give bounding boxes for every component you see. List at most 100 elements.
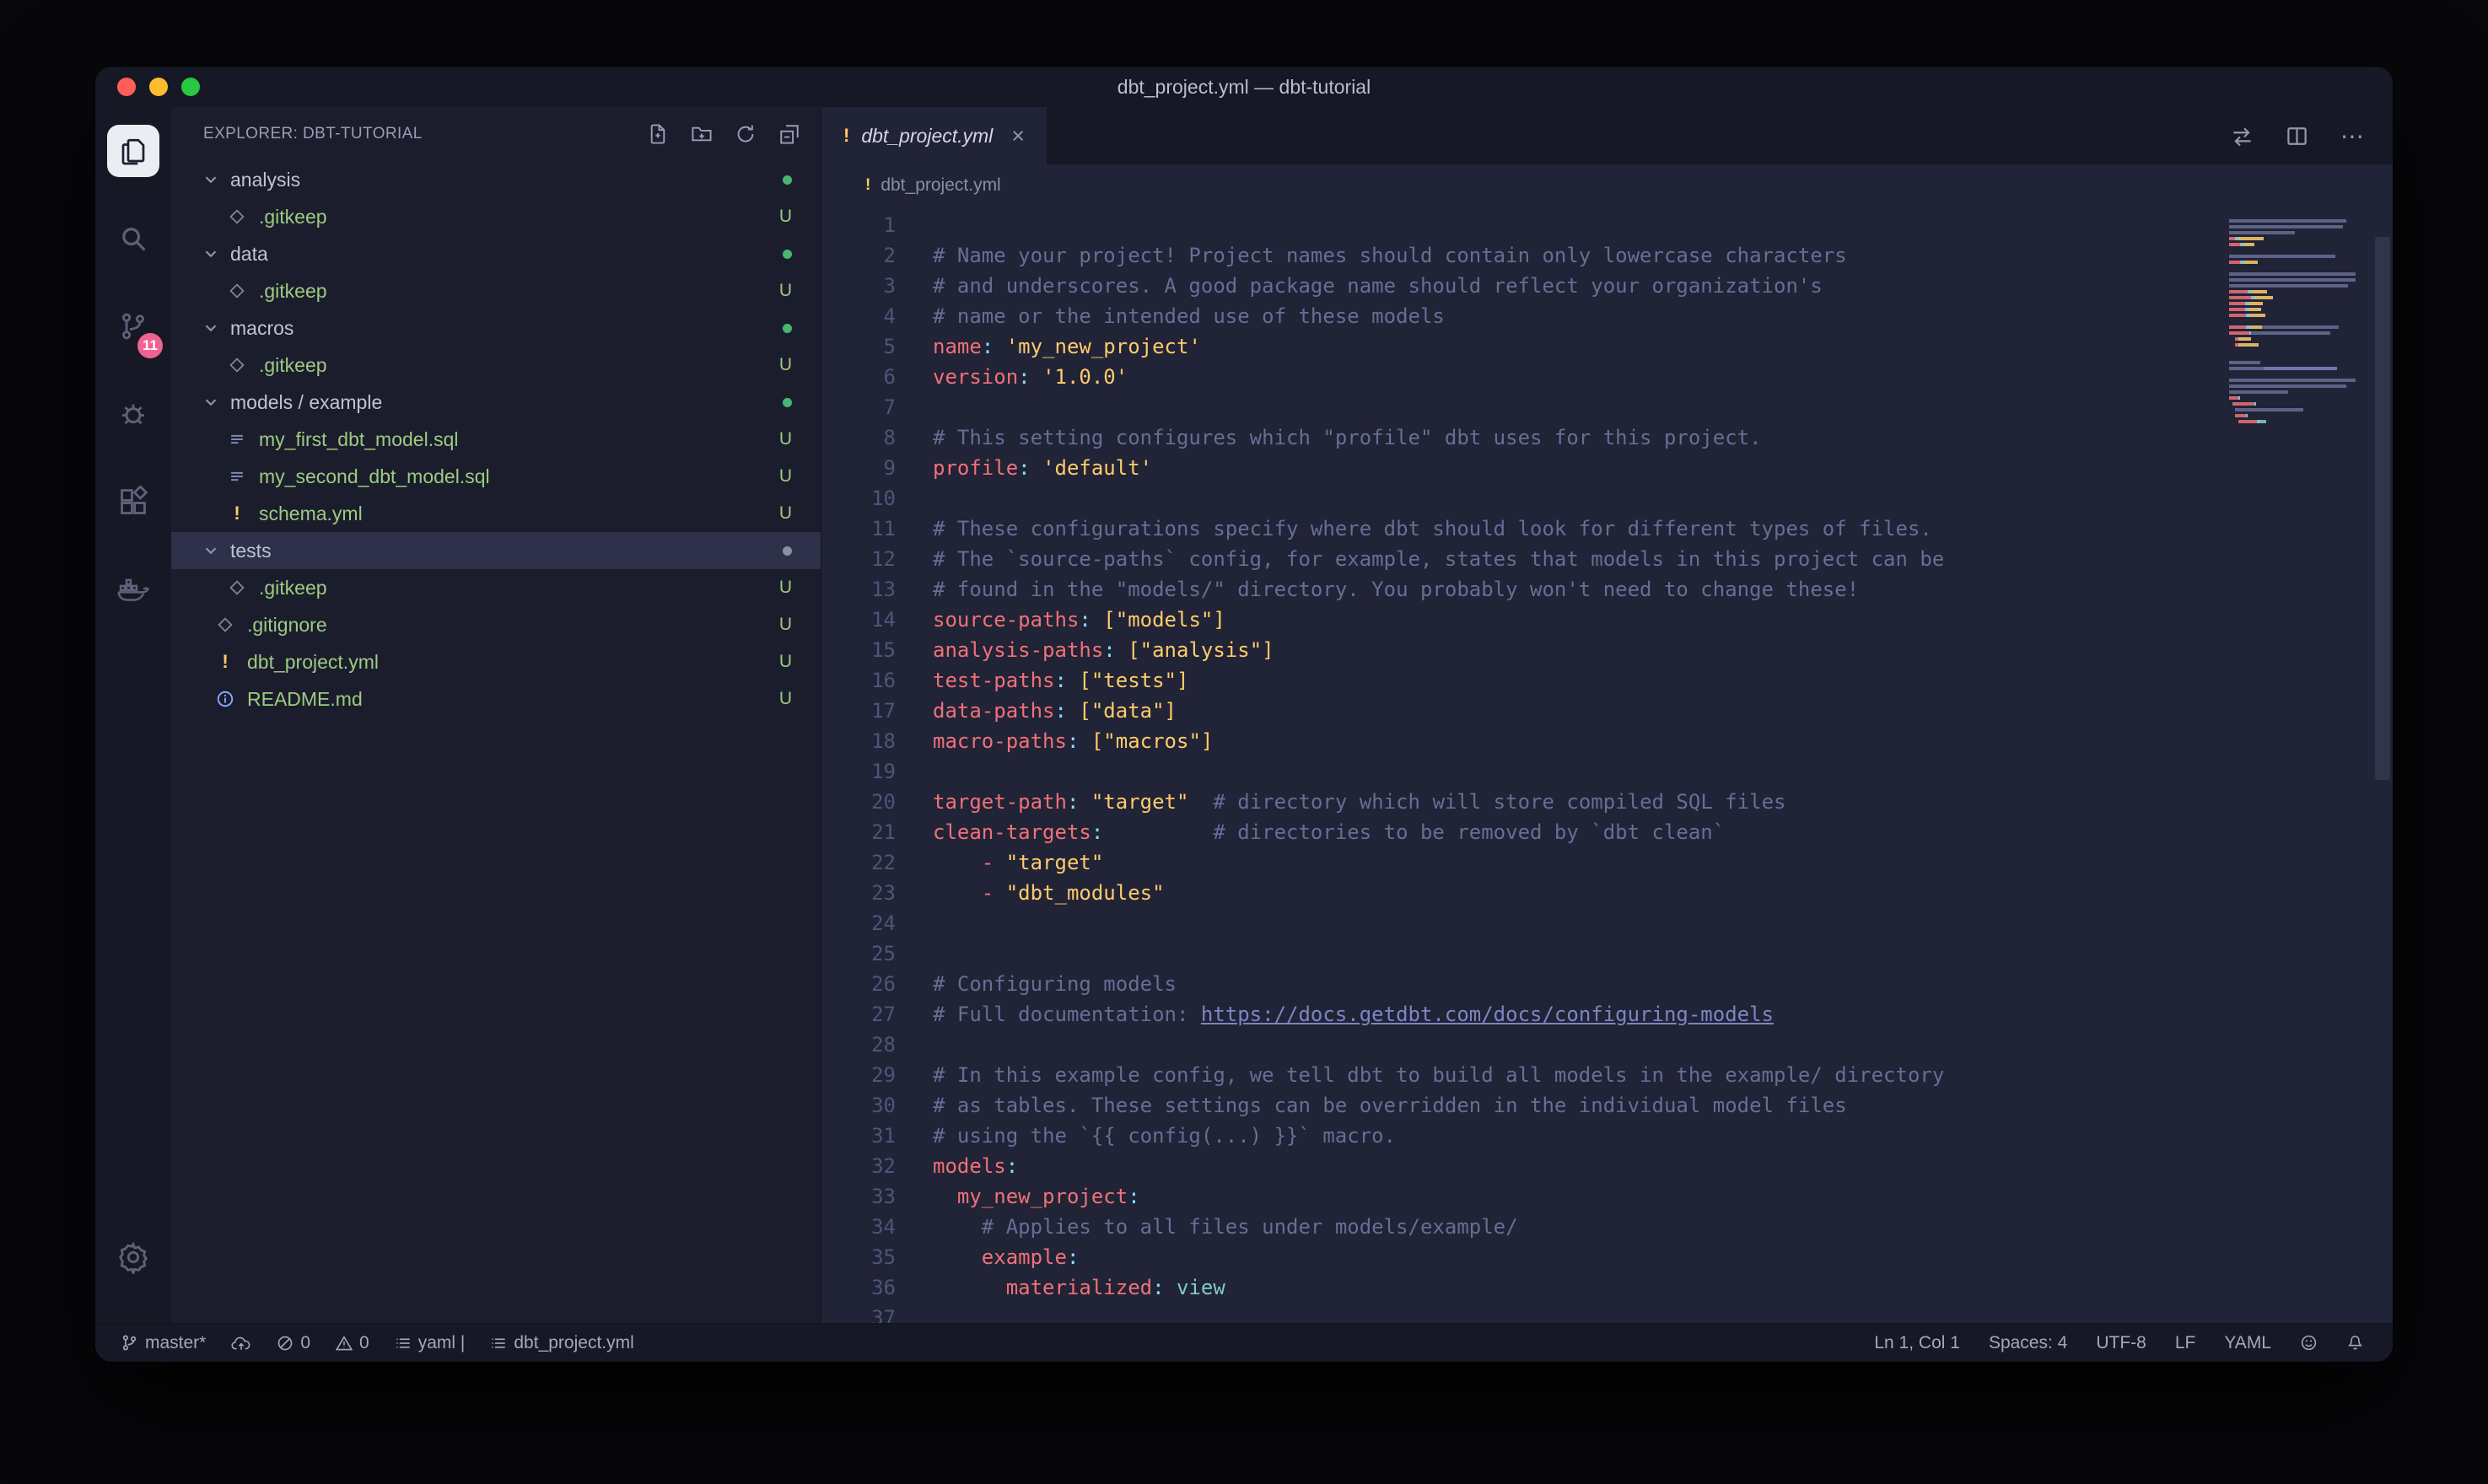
status-item-0[interactable]: 0 [277,1333,310,1353]
code-line[interactable]: 5name: 'my_new_project' [821,331,2216,362]
close-tab-icon[interactable]: × [1011,125,1025,148]
code-line[interactable]: 6version: '1.0.0' [821,362,2216,392]
code-line[interactable]: 8# This setting configures which "profil… [821,422,2216,453]
status-item-spaces-4[interactable]: Spaces: 4 [1989,1333,2067,1353]
status-item-yaml[interactable]: YAML [2224,1333,2271,1353]
minimap-line [2229,284,2367,290]
code-line[interactable]: 4# name or the intended use of these mod… [821,301,2216,331]
tree-file-schema-yml[interactable]: !schema.ymlU [171,495,821,532]
new-file-icon[interactable] [647,123,669,145]
code-line[interactable]: 15analysis-paths: ["analysis"] [821,635,2216,665]
tree-file--gitkeep[interactable]: .gitkeepU [171,347,821,384]
code-line[interactable]: 18macro-paths: ["macros"] [821,726,2216,756]
code-line[interactable]: 34 # Applies to all files under models/e… [821,1212,2216,1242]
code-line[interactable]: 14source-paths: ["models"] [821,605,2216,635]
scrollbar-thumb[interactable] [2375,237,2390,780]
code-line[interactable]: 25 [821,938,2216,969]
activity-settings[interactable] [95,1213,171,1301]
code-line[interactable]: 13# found in the "models/" directory. Yo… [821,574,2216,605]
zoom-window-button[interactable] [181,78,200,96]
code-line[interactable]: 22 - "target" [821,847,2216,878]
status-item-cloud-upload-icon[interactable] [231,1335,251,1352]
line-text: # found in the "models/" directory. You … [933,574,1859,605]
tree-file-dbt-project-yml[interactable]: !dbt_project.ymlU [171,643,821,680]
code-line[interactable]: 10 [821,483,2216,513]
status-item-lf[interactable]: LF [2175,1333,2196,1353]
status-label: yaml | [418,1333,466,1353]
tree-file--gitkeep[interactable]: .gitkeepU [171,198,821,235]
code-line[interactable]: 37 [821,1303,2216,1323]
tree-folder-data[interactable]: data [171,235,821,272]
code-line[interactable]: 1 [821,210,2216,240]
tree-file--gitkeep[interactable]: .gitkeepU [171,272,821,309]
code-line[interactable]: 35 example: [821,1242,2216,1272]
activity-source-control[interactable]: 11 [95,282,171,370]
refresh-icon[interactable] [735,123,757,145]
code-line[interactable]: 12# The `source-paths` config, for examp… [821,544,2216,574]
open-changes-icon[interactable] [2231,125,2254,148]
status-label: master* [145,1333,206,1353]
status-item-utf-8[interactable]: UTF-8 [2096,1333,2146,1353]
code-line[interactable]: 23 - "dbt_modules" [821,878,2216,908]
tree-file--gitignore[interactable]: .gitignoreU [171,606,821,643]
code-line[interactable]: 30# as tables. These settings can be ove… [821,1090,2216,1121]
code-line[interactable]: 7 [821,392,2216,422]
code-line[interactable]: 3# and underscores. A good package name … [821,271,2216,301]
line-number: 18 [821,726,896,756]
git-icon [225,578,249,597]
tree-folder-macros[interactable]: macros [171,309,821,347]
minimize-window-button[interactable] [149,78,168,96]
line-number: 24 [821,908,896,938]
status-item-0[interactable]: 0 [336,1333,369,1353]
activity-explorer[interactable] [95,107,171,195]
code-line[interactable]: 17data-paths: ["data"] [821,696,2216,726]
close-window-button[interactable] [117,78,136,96]
tab-dbt-project-yml[interactable]: ! dbt_project.yml × [821,107,1047,164]
more-actions-icon[interactable]: ⋯ [2340,122,2366,150]
code-line[interactable]: 33 my_new_project: [821,1181,2216,1212]
minimap[interactable] [2229,213,2367,432]
code-line[interactable]: 31# using the `{{ config(...) }}` macro. [821,1121,2216,1151]
activity-debug[interactable] [95,370,171,458]
tree-file-my-first-dbt-model-sql[interactable]: my_first_dbt_model.sqlU [171,421,821,458]
code-line[interactable]: 2# Name your project! Project names shou… [821,240,2216,271]
status-item-smiley-icon[interactable] [2300,1334,2318,1352]
code-line[interactable]: 29# In this example config, we tell dbt … [821,1060,2216,1090]
code-line[interactable]: 24 [821,908,2216,938]
code-line[interactable]: 36 materialized: view [821,1272,2216,1303]
git-status-badge: U [779,578,792,598]
status-item-bell-icon[interactable] [2346,1334,2364,1352]
status-item-dbt-project-yml[interactable]: dbt_project.yml [490,1333,633,1353]
code-line[interactable]: 32models: [821,1151,2216,1181]
tree-folder-tests[interactable]: tests [171,532,821,569]
tree-folder-analysis[interactable]: analysis [171,161,821,198]
code-line[interactable]: 9profile: 'default' [821,453,2216,483]
status-item-ln-1-col-1[interactable]: Ln 1, Col 1 [1874,1333,1960,1353]
activity-docker[interactable] [95,546,171,633]
line-number: 32 [821,1151,896,1181]
tree-file-readme-md[interactable]: README.mdU [171,680,821,718]
git-status-badge: U [779,466,792,487]
activity-search[interactable] [95,195,171,282]
code-line[interactable]: 21clean-targets: # directories to be rem… [821,817,2216,847]
tree-folder-models-example[interactable]: models / example [171,384,821,421]
collapse-all-icon[interactable] [778,123,800,145]
code-line[interactable]: 26# Configuring models [821,969,2216,999]
minimap-line [2229,349,2367,355]
code-line[interactable]: 16test-paths: ["tests"] [821,665,2216,696]
code-area[interactable]: 12# Name your project! Project names sho… [821,210,2216,1323]
code-line[interactable]: 20target-path: "target" # directory whic… [821,787,2216,817]
code-line[interactable]: 27# Full documentation: https://docs.get… [821,999,2216,1030]
tree-file--gitkeep[interactable]: .gitkeepU [171,569,821,606]
code-line[interactable]: 11# These configurations specify where d… [821,513,2216,544]
debug-icon [117,398,149,430]
breadcrumb[interactable]: ! dbt_project.yml [821,164,2393,207]
status-item-master-[interactable]: master* [121,1333,206,1353]
new-folder-icon[interactable] [691,123,713,145]
status-item-yaml-[interactable]: yaml | [395,1333,466,1353]
activity-extensions[interactable] [95,458,171,546]
code-line[interactable]: 28 [821,1030,2216,1060]
split-editor-icon[interactable] [2286,125,2308,148]
code-line[interactable]: 19 [821,756,2216,787]
tree-file-my-second-dbt-model-sql[interactable]: my_second_dbt_model.sqlU [171,458,821,495]
